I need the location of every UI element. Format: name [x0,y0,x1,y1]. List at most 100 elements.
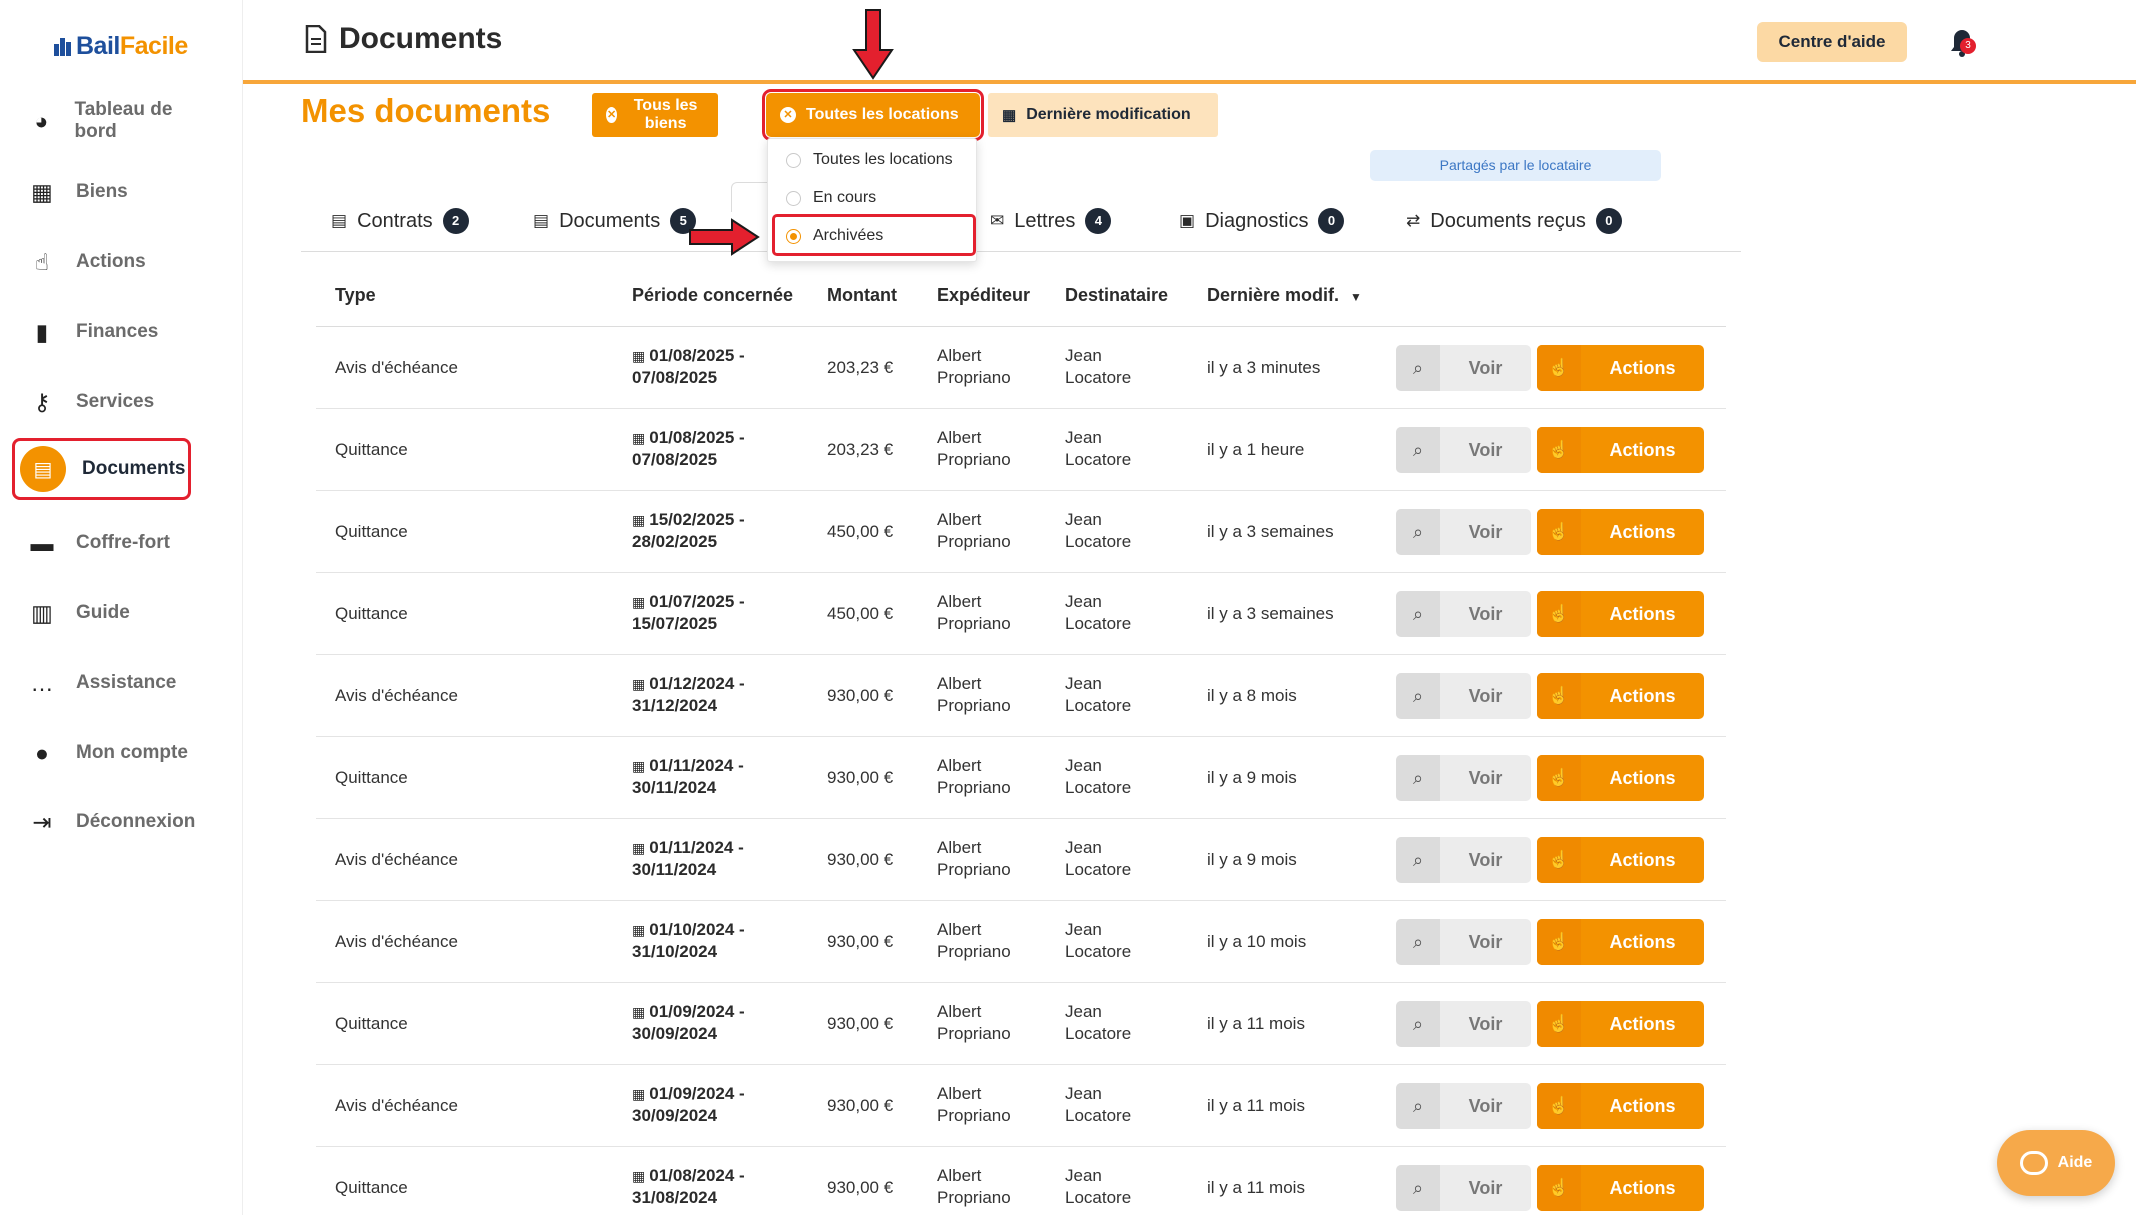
archive-box-icon: ▬ [30,529,54,556]
view-button-label: Voir [1468,931,1503,952]
sidebar-item-mon-compte[interactable]: ● Mon compte [24,727,214,779]
table-row: Quittance ▦ 15/02/2025 - 28/02/2025 450,00 €… [316,491,1726,573]
sender-last: Propriano [937,368,1011,387]
sidebar-item-biens[interactable]: ▦ Biens [24,166,214,218]
tab-diagnostics[interactable]: ▣ Diagnostics 0 [1179,204,1345,238]
actions-button-label: Actions [1609,1013,1676,1034]
header-type[interactable]: Type [335,285,376,306]
view-button-label: Voir [1468,439,1503,460]
header-period[interactable]: Période concernée [632,285,793,306]
tab-contrats[interactable]: ▤ Contrats 2 [331,204,469,238]
table-row: Avis d'échéance ▦ 01/08/2025 - 07/08/2025 20… [316,327,1726,409]
cell-modified: il y a 1 heure [1207,439,1305,459]
cell-sender: Albert Propriano [937,345,1011,389]
shared-by-tenant-badge[interactable]: Partagés par le locataire [1370,150,1661,181]
sidebar-item-label: Tableau de bord [74,99,173,142]
recipient-first: Jean [1065,592,1102,611]
header-sender[interactable]: Expéditeur [937,285,1030,306]
cell-period: ▦ 01/10/2024 - 31/10/2024 [632,919,745,963]
sidebar-item-assistance[interactable]: … Assistance [24,657,214,709]
sidebar-item-services[interactable]: ⚷ Services [24,376,214,428]
view-button[interactable]: ⌕ Voir [1396,837,1531,883]
recipient-first: Jean [1065,428,1102,447]
view-button[interactable]: ⌕ Voir [1396,509,1531,555]
tab-documents-re-us[interactable]: ⇄ Documents reçus 0 [1406,204,1622,238]
actions-button-label: Actions [1609,849,1676,870]
actions-button[interactable]: ☝ Actions [1537,509,1704,555]
view-button[interactable]: ⌕ Voir [1396,673,1531,719]
actions-button[interactable]: ☝ Actions [1537,673,1704,719]
search-icon: ⌕ [1396,427,1440,473]
filter-locations-button[interactable]: ✕ Toutes les locations [762,89,984,141]
actions-button[interactable]: ☝ Actions [1537,1001,1704,1047]
actions-button[interactable]: ☝ Actions [1537,919,1704,965]
actions-button[interactable]: ☝ Actions [1537,345,1704,391]
header-amount[interactable]: Montant [827,285,897,306]
sender-last: Propriano [937,1106,1011,1125]
cell-period: ▦ 01/09/2024 - 30/09/2024 [632,1001,745,1045]
floating-help-button[interactable]: Aide [1997,1130,2115,1196]
exchange-icon: ⇄ [1406,211,1421,230]
dropdown-option-en-cours[interactable]: En cours [786,189,876,207]
sort-modified-button[interactable]: ▦ Dernière modification [988,93,1218,137]
clear-filter-icon[interactable]: ✕ [606,107,618,123]
sidebar-item-actions[interactable]: ☝ Actions [24,236,214,288]
view-button[interactable]: ⌕ Voir [1396,1165,1531,1211]
sidebar-item-d-connexion[interactable]: ⇥ Déconnexion [24,796,214,848]
recipient-last: Locatore [1065,942,1132,961]
actions-button[interactable]: ☝ Actions [1537,427,1704,473]
actions-button[interactable]: ☝ Actions [1537,755,1704,801]
filter-biens-button[interactable]: ✕ Tous les biens [592,93,718,137]
header-modified-label: Dernière modif. [1207,285,1340,305]
view-button-label: Voir [1468,603,1503,624]
view-button[interactable]: ⌕ Voir [1396,919,1531,965]
view-button[interactable]: ⌕ Voir [1396,591,1531,637]
search-icon: ⌕ [1396,1083,1440,1129]
search-icon: ⌕ [1396,673,1440,719]
cell-modified: il y a 11 mois [1207,1177,1305,1197]
calendar-icon: ▦ [632,758,646,774]
sender-last: Propriano [937,696,1011,715]
sidebar-item-finances[interactable]: ▮ Finances [24,306,214,358]
dropdown-option-toutes-les-locations[interactable]: Toutes les locations [786,151,953,169]
view-button[interactable]: ⌕ Voir [1396,1083,1531,1129]
sort-caret-down-icon: ▼ [1350,290,1362,304]
actions-button[interactable]: ☝ Actions [1537,837,1704,883]
tab-count-badge: 2 [442,208,469,234]
recipient-first: Jean [1065,756,1102,775]
radio-button[interactable] [786,190,801,206]
sidebar-item-coffre-fort[interactable]: ▬ Coffre-fort [24,517,214,569]
sidebar-item-label: Guide [76,602,130,623]
sender-first: Albert [937,920,982,939]
radio-button[interactable] [786,152,801,168]
header-modified[interactable]: Dernière modif. ▼ [1207,285,1362,306]
sidebar-item-label: Mon compte [76,742,188,763]
calendar-icon: ▦ [632,512,646,528]
actions-button[interactable]: ☝ Actions [1537,1083,1704,1129]
view-button[interactable]: ⌕ Voir [1396,755,1531,801]
actions-button[interactable]: ☝ Actions [1537,591,1704,637]
sidebar-item-guide[interactable]: ▥ Guide [24,587,214,639]
pointer-hand-icon: ☝ [1537,755,1581,801]
cell-recipient: Jean Locatore [1065,509,1131,553]
header-recipient[interactable]: Destinataire [1065,285,1168,306]
recipient-last: Locatore [1065,532,1132,551]
period-end: 31/10/2024 [632,942,718,961]
tab-lettres[interactable]: ✉ Lettres 4 [990,204,1112,238]
cell-modified: il y a 11 mois [1207,1013,1305,1033]
actions-button[interactable]: ☝ Actions [1537,1165,1704,1211]
clear-filter-icon[interactable]: ✕ [780,107,796,123]
building-icon: ▦ [31,178,53,205]
key-icon: ⚷ [33,388,51,415]
view-button[interactable]: ⌕ Voir [1396,427,1531,473]
view-button[interactable]: ⌕ Voir [1396,345,1531,391]
sidebar-item-tableau-de-bord[interactable]: ◕ Tableau de bord [24,95,214,147]
tab-label: Diagnostics [1205,209,1309,232]
view-button[interactable]: ⌕ Voir [1396,1001,1531,1047]
tab-documents[interactable]: ▤ Documents 5 [533,204,697,238]
brand-logo[interactable]: BailFacile [54,28,188,64]
sidebar-item-documents[interactable]: ▤ Documents [12,438,191,500]
pointer-hand-icon: ☝ [1537,509,1581,555]
help-center-button[interactable]: Centre d'aide [1757,22,1907,62]
section-heading: Mes documents [301,92,551,129]
